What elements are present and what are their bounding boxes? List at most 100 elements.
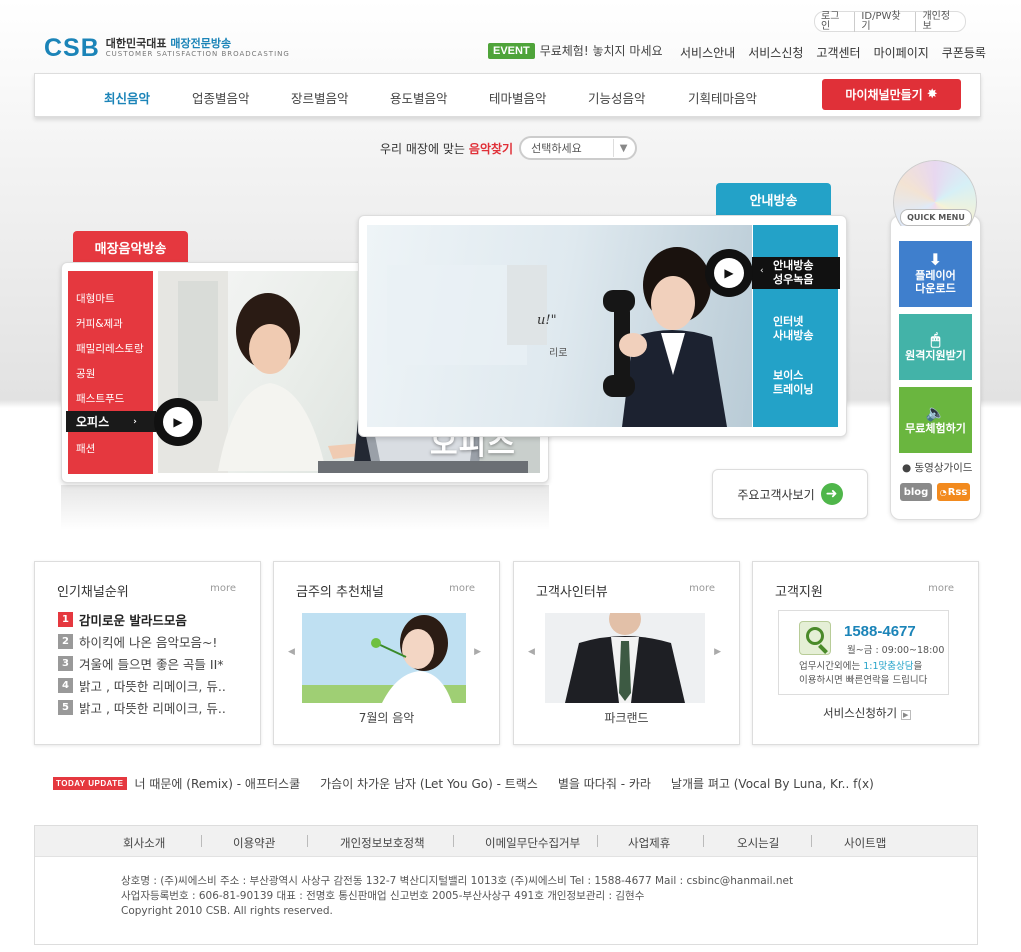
play-icon: ▶ — [714, 258, 744, 288]
logo-mark: CSB — [44, 34, 100, 62]
next-arrow-icon[interactable]: ▶ — [714, 647, 721, 657]
service-apply-link[interactable]: 서비스신청하기 ▶ — [823, 705, 911, 721]
more-link[interactable]: more — [689, 583, 715, 594]
find-id-pw-link[interactable]: ID/PW찾기 — [854, 11, 915, 32]
guide-voice-training[interactable]: 보이스 트레이닝 — [773, 369, 813, 397]
rank-item[interactable]: 2 하이킥에 나온 음악모음~! — [58, 632, 217, 651]
support-phone: 1588-4677 — [844, 623, 916, 640]
guide-voice-recording[interactable]: 안내방송 성우녹음 — [752, 257, 840, 289]
rss-icon: ◔ — [939, 487, 947, 497]
guide-menu-list: 인터넷 사내방송 보이스 트레이닝 — [753, 225, 838, 427]
footer: 회사소개 이용약관 개인정보보호정책 이메일무단수집거부 사업제휴 오시는길 사… — [34, 825, 978, 945]
top-menu-service-apply[interactable]: 서비스신청 — [748, 44, 803, 61]
popular-channel-box: 인기채널순위 more 1 감미로운 발라드모음 2 하이킥에 나온 음악모음~! … — [34, 561, 261, 745]
music-finder: 우리 매장에 맞는 음악찾기 선택하세요 ▼ — [380, 136, 638, 160]
top-menu-mypage[interactable]: 마이페이지 — [874, 44, 929, 61]
download-icon: ⬇ — [928, 250, 943, 269]
more-link[interactable]: more — [928, 583, 954, 594]
more-link[interactable]: more — [449, 583, 475, 594]
footer-company[interactable]: 회사소개 — [123, 835, 165, 851]
support-card: 1588-4677 월~금 : 09:00~18:00 업무시간외에는 1:1맞… — [778, 610, 949, 695]
play-button-store[interactable]: ▶ — [154, 398, 202, 446]
footer-email-refusal[interactable]: 이메일무단수집거부 — [485, 835, 580, 851]
video-guide-link[interactable]: ● 동영상가이드 — [902, 460, 972, 475]
major-clients-button[interactable]: 주요고객사보기 ➜ — [712, 469, 868, 519]
tab-guide-broadcast[interactable]: 안내방송 — [716, 183, 831, 215]
chevron-right-icon: ▶ — [900, 710, 911, 720]
site-logo[interactable]: CSB 대한민국대표 매장전문방송 CUSTOMER SATISFACTION … — [44, 34, 290, 63]
customer-interview-box: 고객사인터뷰 more ◀ ▶ 파크랜드 — [513, 561, 740, 745]
top-menu-customer-center[interactable]: 고객센터 — [816, 44, 860, 61]
event-banner[interactable]: EVENT 무료체험! 놓치지 마세요 — [488, 42, 663, 59]
interview-thumbnail[interactable] — [545, 613, 705, 703]
prev-arrow-icon[interactable]: ◀ — [288, 647, 295, 657]
star-icon: ✸ — [926, 87, 938, 102]
rank-item[interactable]: 4 밝고 , 따뜻한 리메이크, 듀.. — [58, 676, 226, 695]
chevron-left-icon: ‹ — [760, 266, 764, 276]
recommend-channel-box: 금주의 추천채널 more ◀ ▶ 7월의 음악 — [273, 561, 500, 745]
arrow-right-icon: ➜ — [820, 483, 843, 505]
speaker-icon: 🔈 — [925, 402, 946, 422]
mouse-icon: 🖱 — [930, 329, 941, 349]
more-link[interactable]: more — [210, 583, 236, 594]
magnifier-icon — [799, 621, 831, 655]
song-link[interactable]: 너 때문에 (Remix) - 애프터스쿨 — [135, 775, 301, 792]
free-trial-button[interactable]: 🔈 무료체험하기 — [899, 387, 972, 453]
today-update-badge: TODAY UPDATE — [53, 777, 127, 790]
top-menu: 서비스안내 서비스신청 고객센터 마이페이지 쿠폰등록 — [680, 44, 986, 61]
tab-store-music[interactable]: 매장음악방송 — [73, 231, 188, 263]
event-text: 무료체험! 놓치지 마세요 — [539, 44, 663, 58]
category-fashion[interactable]: 패션 — [76, 441, 95, 456]
remote-support-button[interactable]: 🖱 원격지원받기 — [899, 314, 972, 380]
footer-directions[interactable]: 오시는길 — [737, 835, 779, 851]
song-link[interactable]: 가슴이 차가운 남자 (Let You Go) - 트랙스 — [320, 775, 538, 792]
gnb-theme-music[interactable]: 테마별음악 — [489, 88, 547, 107]
next-arrow-icon[interactable]: ▶ — [474, 647, 481, 657]
rss-button[interactable]: ◔ Rss — [937, 483, 970, 501]
store-category-list: 대형마트 커피&제과 패밀리레스토랑 공원 패스트푸드 패션 — [68, 271, 153, 474]
top-menu-coupon[interactable]: 쿠폰등록 — [942, 44, 986, 61]
category-park[interactable]: 공원 — [76, 366, 95, 381]
footer-nav: 회사소개 이용약관 개인정보보호정책 이메일무단수집거부 사업제휴 오시는길 사… — [35, 826, 977, 857]
song-link[interactable]: 별을 따다줘 - 카라 — [558, 775, 651, 792]
customer-support-box: 고객지원 more 1588-4677 월~금 : 09:00~18:00 업무… — [752, 561, 979, 745]
gnb-industry-music[interactable]: 업종별음악 — [192, 88, 250, 107]
guide-photo — [367, 225, 752, 427]
chevron-right-icon: › — [133, 416, 137, 427]
footer-terms[interactable]: 이용약관 — [233, 835, 275, 851]
category-mart[interactable]: 대형마트 — [76, 291, 115, 306]
footer-partnership[interactable]: 사업제휴 — [628, 835, 670, 851]
category-select[interactable]: 선택하세요 ▼ — [519, 136, 638, 160]
category-family-restaurant[interactable]: 패밀리레스토랑 — [76, 341, 144, 356]
guide-internet-broadcast[interactable]: 인터넷 사내방송 — [773, 315, 813, 343]
my-channel-button[interactable]: 마이채널만들기 ✸ — [822, 79, 961, 110]
category-coffee[interactable]: 커피&제과 — [76, 316, 123, 331]
footer-sitemap[interactable]: 사이트맵 — [844, 835, 886, 851]
gnb-functional-music[interactable]: 기능성음악 — [588, 88, 646, 107]
category-office[interactable]: 오피스 › — [66, 411, 156, 432]
company-info: 상호명 : (주)씨에스비 주소 : 부산광역시 사상구 감전동 132-7 벽… — [121, 875, 794, 917]
today-update-ticker: TODAY UPDATE 너 때문에 (Remix) - 애프터스쿨 가슴이 차… — [53, 775, 894, 792]
category-fastfood[interactable]: 패스트푸드 — [76, 391, 124, 406]
prev-arrow-icon[interactable]: ◀ — [528, 647, 535, 657]
play-button-guide[interactable]: ▶ — [705, 249, 753, 297]
utility-links: 로그인 ID/PW찾기 개인정보 — [814, 11, 966, 32]
gnb-purpose-music[interactable]: 용도별음악 — [390, 88, 448, 107]
footer-privacy[interactable]: 개인정보보호정책 — [340, 835, 425, 851]
chevron-down-icon: ▼ — [613, 139, 633, 157]
top-menu-service-info[interactable]: 서비스안내 — [680, 44, 735, 61]
gnb-latest-music[interactable]: 최신음악 — [104, 88, 150, 107]
player-download-button[interactable]: ⬇ 플레이어 다운로드 — [899, 241, 972, 307]
gnb-planned-theme-music[interactable]: 기획테마음악 — [688, 88, 757, 107]
gnb-genre-music[interactable]: 장르별음악 — [291, 88, 349, 107]
recommend-thumbnail[interactable] — [302, 613, 466, 703]
quick-menu-label: QUICK MENU — [900, 209, 972, 226]
login-link[interactable]: 로그인 — [815, 11, 854, 32]
event-badge: EVENT — [488, 42, 535, 59]
privacy-link[interactable]: 개인정보 — [915, 11, 965, 32]
rank-item[interactable]: 3 겨울에 들으면 좋은 곡들 II* — [58, 654, 224, 673]
song-link[interactable]: 날개를 펴고 (Vocal By Luna, Kr.. f(x) — [671, 775, 874, 792]
rank-item[interactable]: 5 밝고 , 따뜻한 리메이크, 듀.. — [58, 698, 226, 717]
rank-item[interactable]: 1 감미로운 발라드모음 — [58, 610, 187, 629]
blog-button[interactable]: blog — [900, 483, 932, 501]
